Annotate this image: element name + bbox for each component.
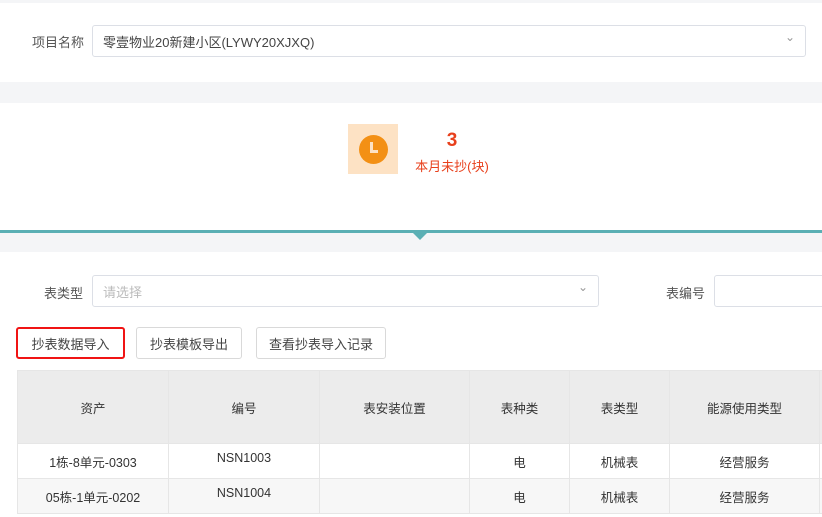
meter-type-label: 表类型: [44, 286, 84, 301]
meter-type-select[interactable]: 请选择 ⌄: [92, 275, 599, 307]
import-button[interactable]: 抄表数据导入: [16, 327, 125, 359]
meter-no-label: 表编号: [666, 286, 706, 301]
meter-type-placeholder: 请选择: [103, 284, 143, 300]
cell-kind: 电: [469, 478, 570, 514]
cell-energy: 经营服务: [669, 478, 820, 514]
cell-type: 机械表: [569, 478, 670, 514]
col-asset: 资产: [17, 370, 169, 444]
project-select[interactable]: 零壹物业20新建小区(LYWY20XJXQ) ⌄: [92, 25, 806, 57]
cell-kind: 电: [469, 443, 570, 479]
chevron-down-icon: ⌄: [577, 280, 588, 294]
col-energy: 能源使用类型: [669, 370, 820, 444]
cell-asset: 05栋-1单元-0202: [17, 478, 169, 514]
project-label: 项目名称: [32, 35, 85, 50]
meter-table: 资产 编号 表安装位置 表种类 表类型 能源使用类型 1栋-8单元-0303 N…: [17, 370, 822, 514]
unread-label[interactable]: 本月未抄(块): [412, 156, 492, 175]
pointer-triangle-icon: [413, 233, 427, 240]
cell-number: NSN1004: [168, 478, 320, 514]
cell-location: [319, 443, 470, 479]
cell-number: NSN1003: [168, 443, 320, 479]
unread-count: 3: [446, 130, 458, 151]
cell-asset: 1栋-8单元-0303: [17, 443, 169, 479]
col-kind: 表种类: [469, 370, 570, 444]
table-row[interactable]: 1栋-8单元-0303 NSN1003 电 机械表 经营服务: [17, 443, 822, 479]
meter-no-input[interactable]: [714, 275, 822, 307]
divider: [0, 230, 822, 233]
table-header: 资产 编号 表安装位置 表种类 表类型 能源使用类型: [17, 370, 822, 444]
col-type: 表类型: [569, 370, 670, 444]
export-template-button[interactable]: 抄表模板导出: [136, 327, 242, 359]
chevron-down-icon: ⌄: [784, 30, 795, 44]
table-row[interactable]: 05栋-1单元-0202 NSN1004 电 机械表 经营服务: [17, 478, 822, 514]
project-value: 零壹物业20新建小区(LYWY20XJXQ): [103, 34, 315, 50]
clock-icon: [348, 124, 398, 174]
stats-panel: [0, 103, 822, 231]
cell-energy: 经营服务: [669, 443, 820, 479]
import-records-button[interactable]: 查看抄表导入记录: [256, 327, 386, 359]
col-number: 编号: [168, 370, 320, 444]
col-location: 表安装位置: [319, 370, 470, 444]
cell-location: [319, 478, 470, 514]
cell-type: 机械表: [569, 443, 670, 479]
